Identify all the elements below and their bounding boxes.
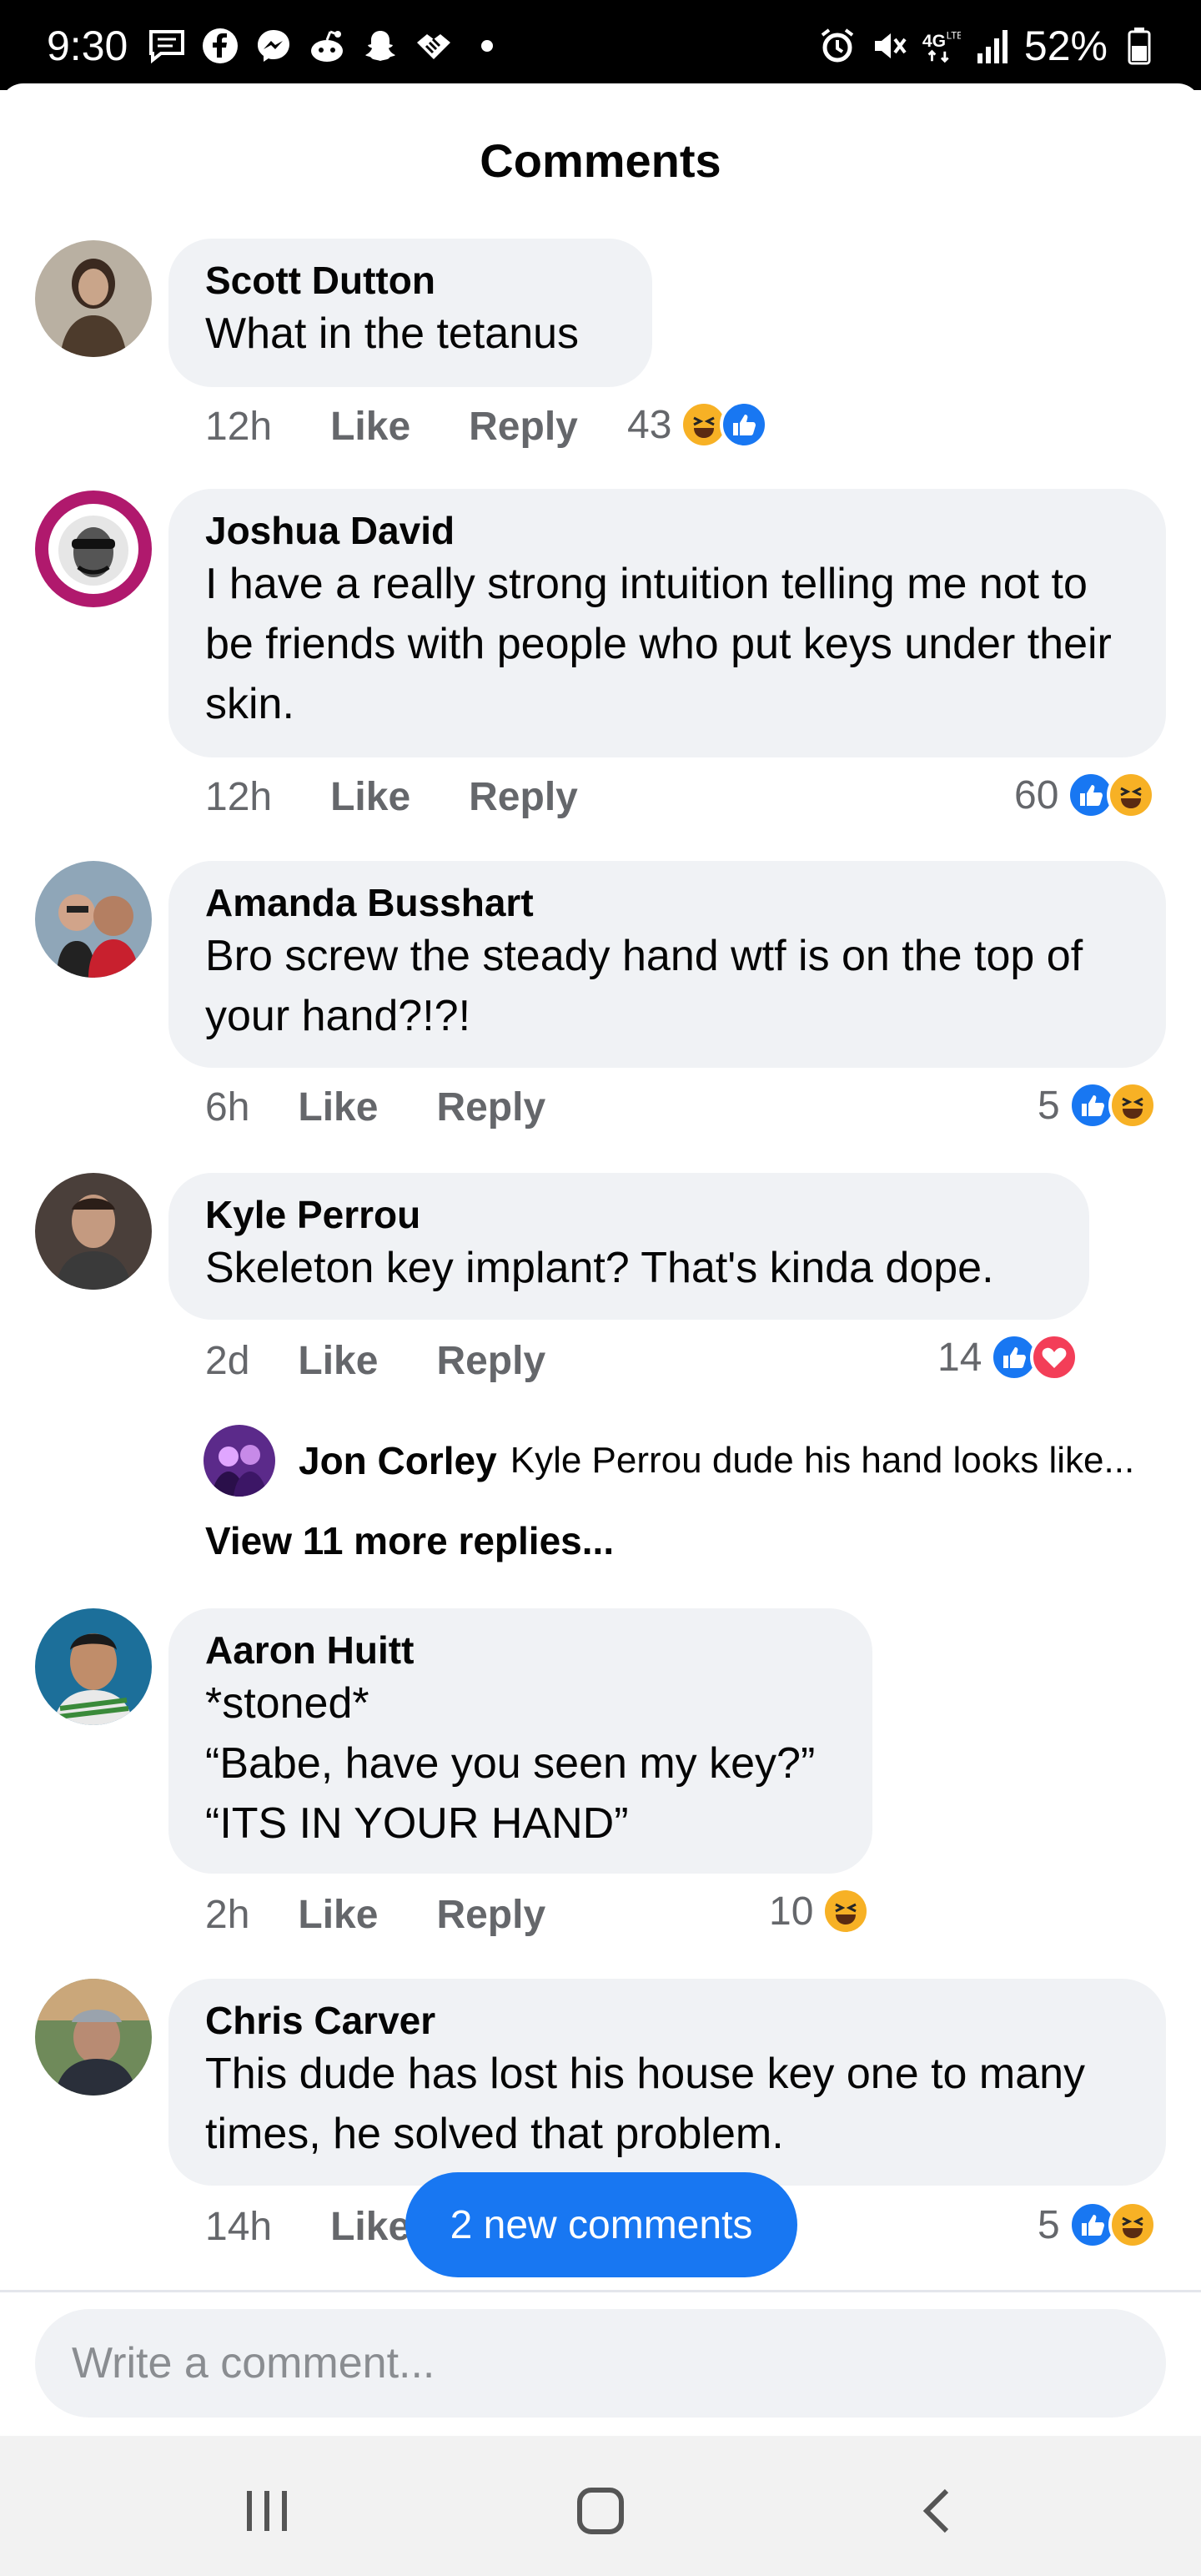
haha-reaction-icon <box>1108 2201 1157 2249</box>
handshake-icon <box>414 26 454 66</box>
love-reaction-icon <box>1030 1333 1079 1381</box>
svg-text:4G: 4G <box>922 32 946 51</box>
reaction-summary[interactable]: 5 <box>1038 1081 1157 1130</box>
messenger-icon <box>254 26 294 66</box>
status-bar: 9:30 4GLTE <box>0 0 1201 90</box>
avatar[interactable] <box>35 1979 152 2096</box>
comment-text-line: “Babe, have you seen my key?” <box>205 1739 816 1788</box>
comment-author[interactable]: Amanda Busshart <box>205 879 1129 926</box>
reaction-summary[interactable]: 60 <box>1014 771 1156 819</box>
4g-icon: 4GLTE <box>921 26 961 66</box>
reply-author[interactable]: Jon Corley <box>299 1438 497 1483</box>
comment-actions: 2h Like Reply <box>205 1892 604 1938</box>
comment-time[interactable]: 12h <box>205 774 272 820</box>
comment-author[interactable]: Chris Carver <box>205 1997 1129 2044</box>
notification-icons <box>147 25 507 67</box>
battery-percent: 52% <box>1023 23 1108 69</box>
reply-button[interactable]: Reply <box>469 774 578 820</box>
comment-text: I have a really strong intuition telling… <box>205 560 1112 728</box>
new-comments-button[interactable]: 2 new comments <box>405 2172 797 2277</box>
comment-bubble[interactable]: Aaron Huitt *stoned* “Babe, have you see… <box>168 1608 872 1874</box>
comment-actions: 12h Like Reply <box>205 774 636 820</box>
comment-actions: 6h Like Reply <box>205 1084 604 1130</box>
comment-time[interactable]: 6h <box>205 1084 249 1130</box>
sheet-title: Comments <box>480 134 721 187</box>
view-more-replies-link[interactable]: View 11 more replies... <box>205 1518 614 1563</box>
haha-reaction-icon <box>1108 1081 1157 1130</box>
comment-author[interactable]: Joshua David <box>205 507 1129 554</box>
avatar[interactable] <box>35 1608 152 1725</box>
haha-reaction-icon <box>1107 771 1156 819</box>
reaction-count: 10 <box>769 1889 814 1934</box>
like-button[interactable]: Like <box>298 1084 378 1130</box>
like-reaction-icon <box>720 400 769 449</box>
avatar[interactable] <box>35 1173 152 1290</box>
comment-bubble[interactable]: Scott Dutton What in the tetanus <box>168 239 652 387</box>
comment-time[interactable]: 14h <box>205 2204 272 2250</box>
reaction-count: 60 <box>1014 772 1059 818</box>
signal-icon <box>972 26 1013 66</box>
comment-time[interactable]: 12h <box>205 404 272 450</box>
reply-button[interactable]: Reply <box>436 1338 545 1384</box>
reddit-icon <box>307 26 347 66</box>
like-button[interactable]: Like <box>298 1338 378 1384</box>
reply-preview[interactable]: Jon Corley Kyle Perrou dude his hand loo… <box>204 1425 1134 1497</box>
reply-button[interactable]: Reply <box>436 1084 545 1130</box>
comment-bubble[interactable]: Amanda Busshart Bro screw the steady han… <box>168 861 1166 1068</box>
dot-icon <box>467 26 507 66</box>
comment-author[interactable]: Scott Dutton <box>205 257 616 304</box>
reaction-summary[interactable]: 5 <box>1038 2201 1157 2249</box>
message-icon <box>147 26 187 66</box>
comment-actions: 2d Like Reply <box>205 1338 604 1384</box>
battery-icon <box>1119 26 1159 66</box>
avatar[interactable] <box>35 861 152 978</box>
reaction-count: 5 <box>1038 1083 1060 1128</box>
haha-reaction-icon <box>822 1887 871 1935</box>
reply-avatar[interactable] <box>204 1425 275 1497</box>
composer-divider <box>0 2290 1201 2292</box>
reply-button[interactable]: Reply <box>436 1892 545 1938</box>
home-icon[interactable] <box>567 2478 634 2544</box>
comment-time[interactable]: 2d <box>205 1338 249 1384</box>
comment-input[interactable] <box>70 2337 1074 2389</box>
reaction-count: 14 <box>937 1335 982 1380</box>
facebook-icon <box>200 26 240 66</box>
like-button[interactable]: Like <box>330 404 410 450</box>
reaction-count: 5 <box>1038 2202 1060 2247</box>
comment-composer[interactable] <box>35 2309 1166 2418</box>
avatar[interactable] <box>35 240 152 357</box>
comment-text: Bro screw the steady hand wtf is on the … <box>205 932 1083 1040</box>
reaction-count: 43 <box>627 402 672 447</box>
comment-author[interactable]: Aaron Huitt <box>205 1627 836 1673</box>
comment-bubble[interactable]: Kyle Perrou Skeleton key implant? That's… <box>168 1173 1089 1320</box>
comment-text-line: *stoned* <box>205 1679 369 1728</box>
system-nav-bar <box>0 2436 1201 2576</box>
reply-text: Kyle Perrou dude his hand looks like... <box>510 1440 1135 1481</box>
comment-text: What in the tetanus <box>205 309 580 358</box>
reply-button[interactable]: Reply <box>469 404 578 450</box>
reaction-summary[interactable]: 10 <box>769 1887 871 1935</box>
avatar[interactable] <box>35 491 152 607</box>
comment-time[interactable]: 2h <box>205 1892 249 1938</box>
like-button[interactable]: Like <box>330 2204 410 2250</box>
alarm-icon <box>817 26 857 66</box>
comment-author[interactable]: Kyle Perrou <box>205 1191 1053 1238</box>
comment-actions: 12h Like Reply <box>205 404 636 450</box>
system-icons: 4GLTE 52% <box>817 22 1159 70</box>
comment-text: This dude has lost his house key one to … <box>205 2050 1086 2158</box>
comment-text-line: “ITS IN YOUR HAND” <box>205 1799 629 1848</box>
snapchat-icon <box>360 26 400 66</box>
mute-icon <box>869 26 909 66</box>
comment-text: Skeleton key implant? That's kinda dope. <box>205 1244 994 1292</box>
reaction-summary[interactable]: 43 <box>627 400 769 449</box>
comment-bubble[interactable]: Chris Carver This dude has lost his hous… <box>168 1979 1166 2186</box>
svg-text:LTE: LTE <box>947 31 961 41</box>
like-button[interactable]: Like <box>330 774 410 820</box>
back-icon[interactable] <box>904 2478 971 2544</box>
recent-apps-icon[interactable] <box>234 2478 300 2544</box>
reaction-summary[interactable]: 14 <box>937 1333 1079 1381</box>
comment-bubble[interactable]: Joshua David I have a really strong intu… <box>168 489 1166 757</box>
status-time: 9:30 <box>47 23 128 69</box>
like-button[interactable]: Like <box>298 1892 378 1938</box>
